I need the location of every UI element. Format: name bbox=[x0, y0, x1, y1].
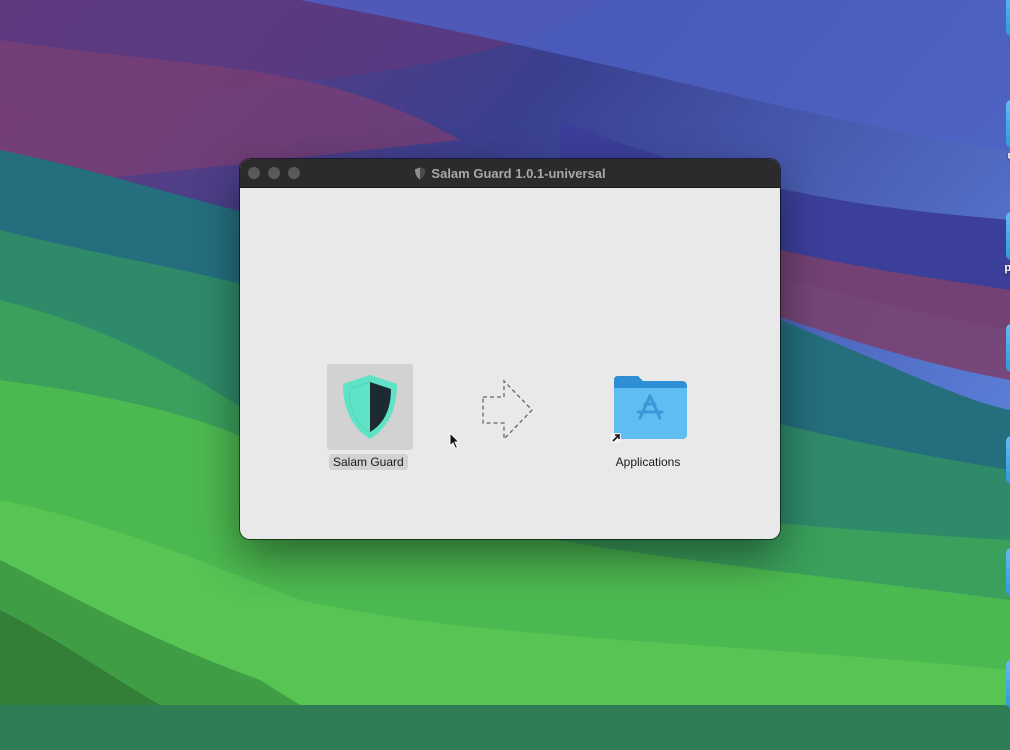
dashed-arrow-icon bbox=[482, 379, 533, 441]
mouse-cursor-icon bbox=[449, 432, 461, 450]
folder-icon bbox=[1006, 324, 1010, 372]
window-title: Salam Guard 1.0.1-universal bbox=[240, 159, 780, 187]
desktop-item-label: unt bbox=[986, 150, 1010, 162]
desktop-item-label: pare bbox=[1004, 262, 1010, 274]
window-title-text: Salam Guard 1.0.1-universal bbox=[431, 165, 606, 181]
folder-icon bbox=[1006, 0, 1010, 36]
applications-label[interactable]: Applications bbox=[608, 455, 688, 469]
folder-icon bbox=[1006, 100, 1010, 148]
desktop-folder-item[interactable]: a bbox=[986, 324, 1010, 414]
desktop-item-label: sa bbox=[986, 38, 1010, 50]
app-name-label[interactable]: Salam Guard bbox=[329, 454, 408, 470]
window-titlebar[interactable]: Salam Guard 1.0.1-universal bbox=[240, 159, 780, 188]
folder-icon bbox=[1006, 436, 1010, 484]
folder-icon bbox=[1006, 212, 1010, 260]
desktop-folder-item[interactable] bbox=[986, 660, 1010, 750]
desktop-folder-item[interactable] bbox=[986, 548, 1010, 638]
desktop-folder-item[interactable]: pare bbox=[986, 212, 1010, 302]
desktop-folder-item[interactable]: sa bbox=[986, 0, 1010, 78]
folder-icon bbox=[1006, 548, 1010, 596]
salam-guard-shield-icon bbox=[343, 375, 397, 439]
shield-icon bbox=[415, 167, 426, 179]
desktop-folder-item[interactable] bbox=[986, 436, 1010, 526]
installer-window: Salam Guard 1.0.1-universal Salam Guard … bbox=[240, 159, 780, 539]
app-icon-tile[interactable] bbox=[327, 364, 413, 450]
folder-icon bbox=[1006, 660, 1010, 708]
desktop-item-label: a bbox=[986, 374, 1010, 386]
applications-folder-icon[interactable] bbox=[610, 374, 690, 446]
desktop-folder-item[interactable]: unt bbox=[986, 100, 1010, 190]
